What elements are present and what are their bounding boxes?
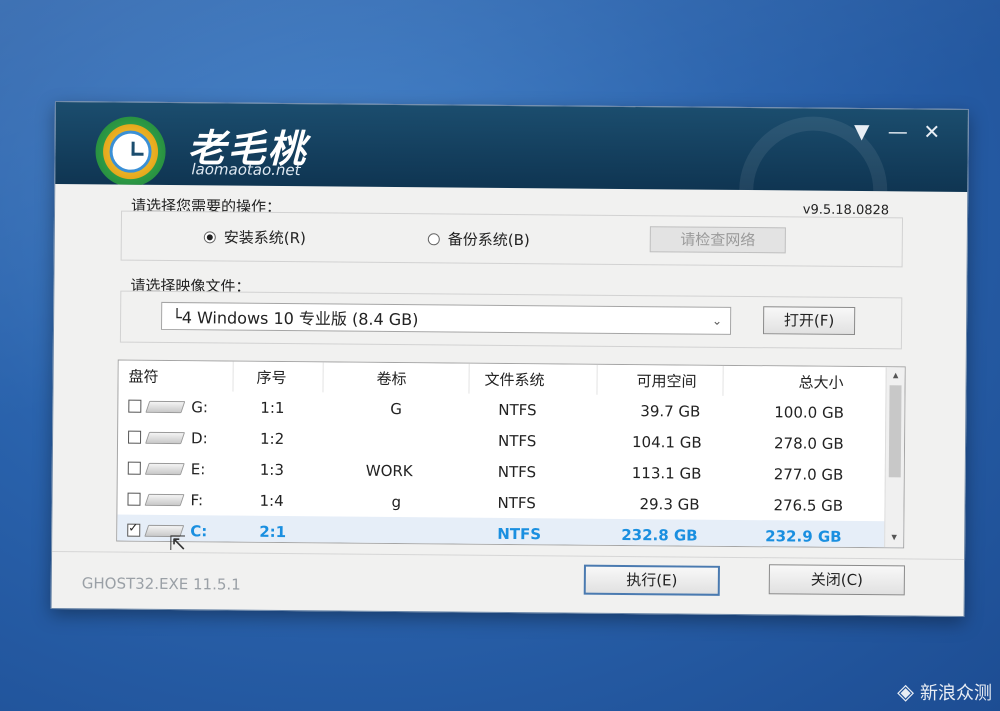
scroll-up-icon[interactable]: ▴ bbox=[887, 367, 905, 383]
row-filesystem: NTFS bbox=[497, 462, 537, 481]
backup-radio-dot bbox=[427, 232, 440, 245]
row-free-space: 232.8 GB bbox=[621, 525, 698, 545]
hard-drive-icon bbox=[144, 493, 185, 506]
logo-clock-icon bbox=[95, 116, 166, 187]
row-checkbox[interactable] bbox=[128, 430, 142, 444]
header-free-space: 可用空间 bbox=[636, 371, 697, 391]
footer-divider bbox=[52, 550, 965, 560]
row-checkbox-checked[interactable] bbox=[127, 523, 141, 537]
open-file-button[interactable]: 打开(F) bbox=[762, 306, 856, 335]
install-system-label: 安装系统(R) bbox=[223, 228, 307, 248]
scrollbar-thumb[interactable] bbox=[888, 385, 902, 478]
header-total-size: 总大小 bbox=[798, 372, 844, 392]
table-scrollbar[interactable]: ▴ ▾ bbox=[884, 367, 905, 548]
row-index: 1:2 bbox=[259, 429, 285, 448]
brand-name-en: laomaotao.net bbox=[191, 160, 301, 180]
row-label: G bbox=[390, 399, 403, 418]
watermark-logo: ◈ 新浪众测 bbox=[897, 679, 992, 705]
drive-letter: C: bbox=[190, 521, 208, 540]
ghost-version: GHOST32.EXE 11.5.1 bbox=[81, 574, 241, 594]
drive-letter: F: bbox=[190, 490, 204, 509]
row-label: g bbox=[391, 492, 402, 511]
row-free-space: 113.1 GB bbox=[631, 463, 702, 483]
scroll-down-icon[interactable]: ▾ bbox=[885, 529, 903, 545]
row-total-size: 232.9 GB bbox=[765, 526, 842, 546]
row-filesystem: NTFS bbox=[497, 524, 542, 543]
close-icon[interactable]: ✕ bbox=[920, 120, 944, 144]
header-label: 卷标 bbox=[376, 369, 407, 388]
install-system-radio[interactable]: 安装系统(R) bbox=[203, 226, 307, 248]
row-index: 1:3 bbox=[259, 460, 285, 479]
main-content: 请选择您需要的操作： v9.5.18.0828 安装系统(R) 备份系统(B) … bbox=[52, 184, 968, 616]
hard-drive-icon bbox=[144, 462, 185, 475]
row-checkbox[interactable] bbox=[127, 492, 141, 506]
row-filesystem: NTFS bbox=[497, 493, 536, 512]
drive-letter: D: bbox=[190, 428, 208, 447]
hard-drive-icon bbox=[145, 400, 186, 413]
row-checkbox[interactable] bbox=[127, 461, 141, 475]
row-index: 2:1 bbox=[259, 522, 287, 541]
close-button[interactable]: 关闭(C) bbox=[768, 564, 905, 596]
partition-table: 盘符 序号 卷标 文件系统 可用空间 总大小 G: 1:1 G NTFS 39.… bbox=[116, 359, 906, 549]
row-filesystem: NTFS bbox=[498, 400, 537, 419]
watermark-text: 新浪众测 bbox=[920, 683, 992, 704]
row-free-space: 104.1 GB bbox=[631, 432, 702, 452]
row-checkbox[interactable] bbox=[128, 399, 142, 413]
drive-letter: E: bbox=[190, 459, 206, 478]
row-label: WORK bbox=[365, 461, 413, 480]
operation-group: 安装系统(R) 备份系统(B) 请检查网络 bbox=[120, 210, 904, 268]
row-index: 1:1 bbox=[260, 398, 285, 417]
row-total-size: 278.0 GB bbox=[773, 433, 844, 453]
header-index: 序号 bbox=[256, 368, 287, 387]
image-group: └4 Windows 10 专业版 (8.4 GB) ⌄ 打开(F) bbox=[119, 290, 903, 350]
image-file-select[interactable]: └4 Windows 10 专业版 (8.4 GB) ⌄ bbox=[161, 301, 732, 335]
table-row-selected[interactable]: C: 2:1 NTFS 232.8 GB 232.9 GB bbox=[117, 514, 904, 549]
install-radio-dot bbox=[203, 230, 216, 243]
check-network-button[interactable]: 请检查网络 bbox=[649, 226, 786, 254]
backup-system-radio[interactable]: 备份系统(B) bbox=[427, 228, 530, 250]
menu-dropdown-icon[interactable]: ▼ bbox=[850, 119, 874, 143]
drive-letter: G: bbox=[191, 397, 209, 416]
row-total-size: 276.5 GB bbox=[773, 495, 844, 515]
row-index: 1:4 bbox=[259, 491, 284, 510]
image-file-value: └4 Windows 10 专业版 (8.4 GB) bbox=[172, 308, 419, 330]
title-bar: 老毛桃 laomaotao.net ▼ — ✕ bbox=[55, 102, 968, 192]
minimize-icon[interactable]: — bbox=[886, 119, 910, 143]
row-filesystem: NTFS bbox=[497, 431, 537, 450]
execute-button[interactable]: 执行(E) bbox=[583, 564, 720, 596]
header-filesystem: 文件系统 bbox=[484, 370, 545, 389]
header-drive: 盘符 bbox=[128, 367, 159, 386]
row-total-size: 277.0 GB bbox=[773, 464, 844, 484]
row-free-space: 39.7 GB bbox=[640, 401, 701, 421]
hard-drive-icon bbox=[145, 431, 186, 444]
backup-system-label: 备份系统(B) bbox=[447, 230, 530, 250]
row-total-size: 100.0 GB bbox=[774, 402, 845, 422]
installer-window: 老毛桃 laomaotao.net ▼ — ✕ 请选择您需要的操作： v9.5.… bbox=[50, 101, 969, 617]
chevron-down-icon: ⌄ bbox=[711, 313, 723, 328]
sina-eye-icon: ◈ bbox=[897, 679, 914, 705]
row-free-space: 29.3 GB bbox=[639, 494, 700, 514]
